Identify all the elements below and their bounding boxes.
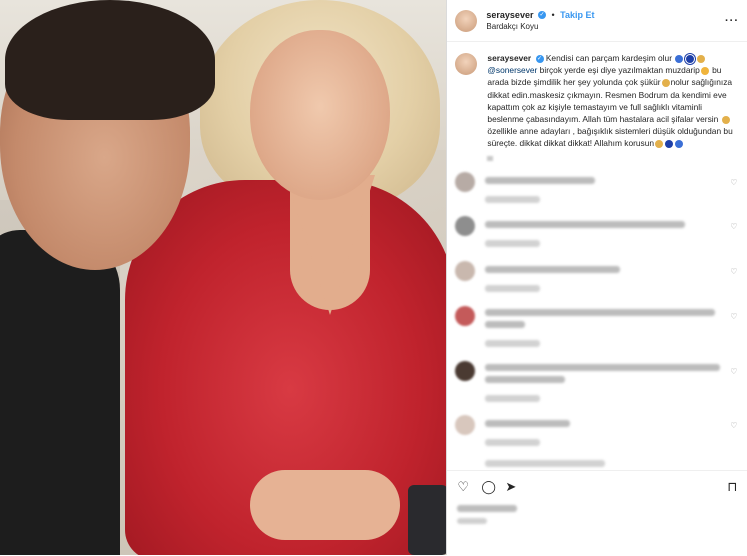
comment-like-heart-icon[interactable]: ♡ <box>730 367 737 376</box>
post-photo[interactable] <box>0 0 447 555</box>
comment-item: ♡ <box>455 216 743 256</box>
photo-phone <box>408 485 447 555</box>
separator-dot: • <box>551 9 555 20</box>
comment-text-blurred <box>485 321 526 328</box>
caption-part-2: birçok yerde eşi diye yazılmaktan muzdar… <box>539 65 700 76</box>
comment-meta-blurred <box>485 240 541 247</box>
post-header: seraysever ✓ • Takip Et Bardakçı Koyu ··… <box>447 0 747 42</box>
praying-hands-emoji-icon <box>697 54 706 63</box>
comment-meta-blurred <box>485 340 541 347</box>
comment-text-blurred <box>485 221 686 228</box>
photo-man-shirt <box>0 230 120 555</box>
blue-heart-emoji-icon <box>675 54 684 63</box>
comment-text-blurred <box>485 177 596 184</box>
praying-hands-emoji-icon <box>661 79 670 88</box>
comment-item: ♡ <box>455 361 743 411</box>
comment-avatar[interactable] <box>455 172 476 192</box>
verified-badge-icon: ✓ <box>535 54 544 63</box>
comment-text-blurred <box>485 376 566 383</box>
username-link[interactable]: seraysever <box>486 10 533 20</box>
evil-eye-emoji-icon <box>685 53 696 64</box>
comment-item: ♡ <box>455 261 743 301</box>
comment-item: ♡ <box>455 415 743 455</box>
photo-man-hair <box>5 0 215 120</box>
bookmark-icon[interactable]: ⊓ <box>727 479 737 495</box>
location-link[interactable]: Bardakçı Koyu <box>486 21 594 33</box>
comment-meta-blurred <box>485 395 541 402</box>
avatar[interactable] <box>455 9 478 32</box>
caption-part-5: özellikle anne adayları , bağışıklık sis… <box>487 126 733 149</box>
comment-avatar[interactable] <box>455 415 476 435</box>
more-dots-icon[interactable]: ··· <box>725 15 739 27</box>
post-actions-bar: ♡ ◯ ➤ ⊓ <box>447 470 747 556</box>
share-icon[interactable]: ➤ <box>505 479 516 495</box>
comment-text-blurred <box>485 364 721 371</box>
follow-button[interactable]: Takip Et <box>560 10 594 20</box>
comment-avatar[interactable] <box>455 216 476 236</box>
comment-like-heart-icon[interactable]: ♡ <box>730 421 737 430</box>
comment-avatar[interactable] <box>455 261 476 281</box>
comment-like-heart-icon[interactable]: ♡ <box>730 178 737 187</box>
likes-count-blurred <box>457 505 518 512</box>
blue-heart-emoji-icon <box>675 140 684 149</box>
caption-text: seraysever ✓ Kendisi can parçam kardeşim… <box>487 52 739 166</box>
post-sidebar: seraysever ✓ • Takip Et Bardakçı Koyu ··… <box>446 0 747 555</box>
caption: seraysever ✓ Kendisi can parçam kardeşim… <box>447 42 747 166</box>
sad-face-emoji-icon <box>700 66 709 75</box>
praying-hands-emoji-icon <box>721 115 730 124</box>
comment-icon[interactable]: ◯ <box>481 479 496 495</box>
comment-avatar[interactable] <box>455 306 476 326</box>
praying-hands-emoji-icon <box>655 140 664 149</box>
mention-link[interactable]: @sonersever <box>487 65 537 75</box>
photo-hands <box>250 470 400 540</box>
evil-eye-emoji-icon <box>665 140 674 149</box>
comment-like-heart-icon[interactable]: ♡ <box>730 312 737 321</box>
caption-username[interactable]: seraysever <box>487 53 531 63</box>
comment-item: ♡ <box>455 306 743 356</box>
comment-text-blurred <box>485 309 716 316</box>
comment-item <box>455 458 743 468</box>
caption-part-1: Kendisi can parçam kardeşim olur <box>545 53 672 63</box>
comment-text-blurred <box>485 460 606 467</box>
post-date-blurred <box>457 518 488 524</box>
header-info: seraysever ✓ • Takip Et Bardakçı Koyu <box>486 9 594 33</box>
verified-badge-icon: ✓ <box>537 11 546 20</box>
heart-icon[interactable]: ♡ <box>457 479 469 495</box>
photo-woman-face <box>250 30 390 200</box>
comment-avatar[interactable] <box>455 361 476 381</box>
comment-meta-blurred <box>485 285 541 292</box>
comment-like-heart-icon[interactable]: ♡ <box>730 267 737 276</box>
comment-text-blurred <box>485 420 571 427</box>
comment-meta-blurred <box>485 439 541 446</box>
comment-like-heart-icon[interactable]: ♡ <box>730 222 737 231</box>
comment-item: ♡ <box>455 172 743 212</box>
comment-meta-blurred <box>485 196 541 203</box>
instagram-post-view: seraysever ✓ • Takip Et Bardakçı Koyu ··… <box>0 0 747 555</box>
caption-time-blurred <box>487 154 739 166</box>
comment-text-blurred <box>485 266 621 273</box>
caption-avatar[interactable] <box>455 53 478 75</box>
